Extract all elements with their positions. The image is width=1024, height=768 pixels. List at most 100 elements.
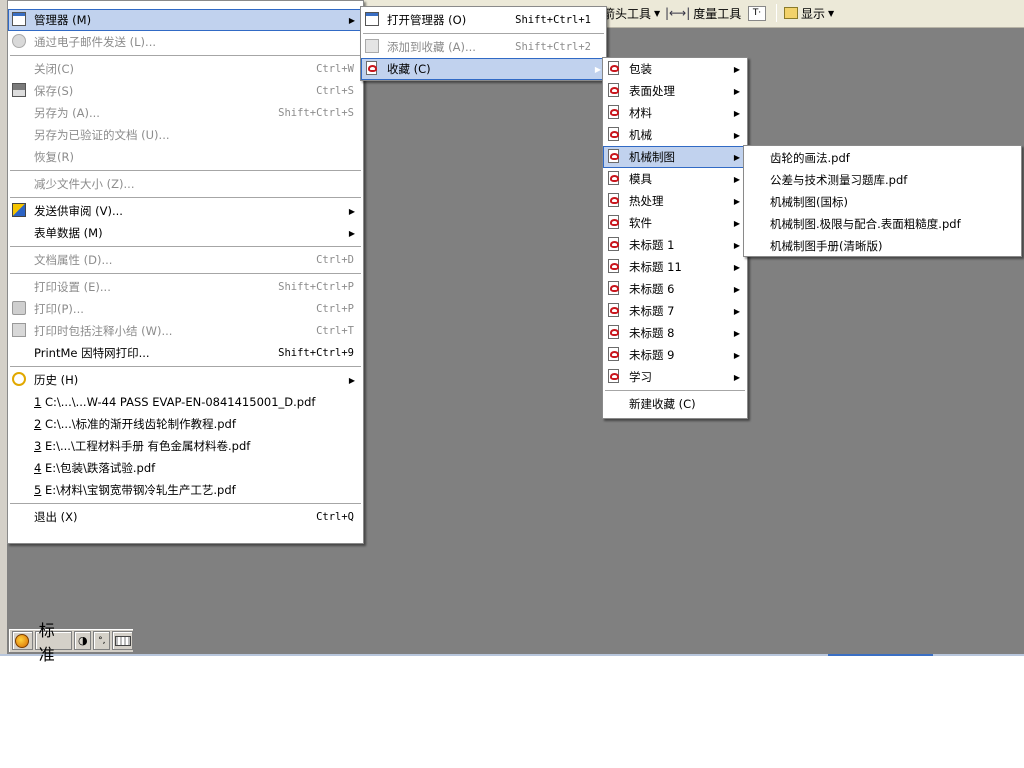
favorites-menu-item-12[interactable]: 未标题 7 ▶ [603, 300, 747, 322]
submenu-arrow-icon: ▶ [733, 306, 740, 316]
ime-logo-icon [15, 633, 30, 648]
menu-item-label: 未标题 8 [629, 326, 675, 340]
menu-item-label: 历史 (H) [34, 373, 79, 387]
file-menu-item-18[interactable]: 2 C:\...\标准的渐开线齿轮制作教程.pdf [8, 413, 363, 435]
mech-drawing-item-3[interactable]: 机械制图(国标) [744, 191, 1021, 213]
favorites-menu-item-6[interactable]: 模具 ▶ [603, 168, 747, 190]
manager-menu-item-1[interactable]: 打开管理器 (O) Shift+Ctrl+1 [361, 9, 606, 31]
mech-drawing-item-4[interactable]: 机械制图.极限与配合.表面粗糙度.pdf [744, 213, 1021, 235]
manager-menu-item-2[interactable]: 添加到收藏 (A)... Shift+Ctrl+2 [361, 36, 606, 58]
send-review-icon [12, 203, 26, 217]
file-menu-item-2[interactable]: 通过电子邮件发送 (L)... [8, 31, 363, 53]
shortcut-label: Shift+Ctrl+9 [278, 347, 354, 359]
menu-separator [10, 366, 361, 367]
submenu-arrow-icon: ▶ [348, 206, 355, 216]
favorites-menu-item-13[interactable]: 未标题 8 ▶ [603, 322, 747, 344]
pdf-icon [607, 127, 625, 143]
file-menu-item-5[interactable]: 另存为 (A)... Shift+Ctrl+S [8, 102, 363, 124]
punctuation-toggle[interactable]: °, [93, 631, 111, 650]
manager-submenu: 打开管理器 (O) Shift+Ctrl+1 添加到收藏 (A)... Shift+C… [360, 6, 607, 81]
favorites-menu-item-5[interactable]: 机械制图 ▶ [603, 146, 747, 168]
favorites-menu-item-1[interactable]: 包装 ▶ [603, 58, 747, 80]
menu-separator [10, 503, 361, 504]
favorites-menu-item-9[interactable]: 未标题 1 ▶ [603, 234, 747, 256]
email-icon [12, 34, 26, 48]
menu-item-label: 未标题 11 [629, 260, 682, 274]
chevron-down-icon: ▼ [654, 8, 661, 18]
file-menu-item-22[interactable]: 退出 (X) Ctrl+Q [8, 506, 363, 528]
favorites-menu-item-15[interactable]: 学习 ▶ [603, 366, 747, 388]
menu-separator [605, 390, 745, 391]
submenu-arrow-icon: ▶ [733, 174, 740, 184]
menu-separator [10, 197, 361, 198]
shortcut-label: Ctrl+T [316, 325, 354, 337]
pdf-icon [607, 259, 625, 275]
text-select-button[interactable]: T· [748, 4, 766, 22]
menu-item-label: 热处理 [629, 194, 664, 208]
favorites-menu-item-11[interactable]: 未标题 6 ▶ [603, 278, 747, 300]
favorites-menu-item-10[interactable]: 未标题 11 ▶ [603, 256, 747, 278]
manager-icon [12, 12, 26, 26]
pdf-icon [607, 303, 625, 319]
recent-file-path: E:\...\工程材料手册 有色金属材料卷.pdf [41, 439, 251, 453]
file-menu-item-6[interactable]: 另存为已验证的文档 (U)... [8, 124, 363, 146]
soft-keyboard-button[interactable] [112, 631, 133, 650]
submenu-arrow-icon: ▶ [733, 86, 740, 96]
file-menu-item-13[interactable]: 打印(P)... Ctrl+P [8, 298, 363, 320]
mech-drawing-item-5[interactable]: 机械制图手册(清晰版) [744, 235, 1021, 257]
file-menu-item-14[interactable]: 打印时包括注释小结 (W)... Ctrl+T [8, 320, 363, 342]
file-menu-item-21[interactable]: 5 E:\材料\宝钢宽带钢冷轧生产工艺.pdf [8, 479, 363, 501]
mech-drawing-item-1[interactable]: 齿轮的画法.pdf [744, 147, 1021, 169]
measure-tool-button[interactable]: |⟷| 度量工具 [665, 4, 741, 22]
submenu-arrow-icon: ▶ [733, 328, 740, 338]
menu-item-label: 未标题 9 [629, 348, 675, 362]
file-menu-item-8[interactable]: 减少文件大小 (Z)... [8, 173, 363, 195]
menu-item-label: 退出 (X) [34, 510, 78, 524]
menu-item-label: 包装 [629, 62, 652, 76]
file-menu-item-11[interactable]: 文档属性 (D)... Ctrl+D [8, 249, 363, 271]
menu-item-label: 学习 [629, 370, 652, 384]
menu-item-label: 打印时包括注释小结 (W)... [34, 324, 173, 338]
pdf-icon [607, 325, 625, 341]
favorites-menu-item-7[interactable]: 热处理 ▶ [603, 190, 747, 212]
favorites-menu-item-8[interactable]: 软件 ▶ [603, 212, 747, 234]
pdf-icon [607, 281, 625, 297]
pdf-icon [607, 215, 625, 231]
display-label: 显示 [801, 6, 826, 21]
file-menu-item-4[interactable]: 保存(S) Ctrl+S [8, 80, 363, 102]
submenu-arrow-icon: ▶ [594, 64, 601, 74]
submenu-arrow-icon: ▶ [733, 240, 740, 250]
arrow-tool-button[interactable]: 箭头工具 ▼ [603, 4, 660, 22]
menu-item-label: 文档属性 (D)... [34, 253, 113, 267]
shortcut-label: Ctrl+S [316, 85, 354, 97]
ime-mode-label: 标准 [38, 620, 55, 664]
submenu-arrow-icon: ▶ [733, 196, 740, 206]
display-button[interactable]: 显示 ▼ [784, 4, 834, 22]
file-menu-item-12[interactable]: 打印设置 (E)... Shift+Ctrl+P [8, 276, 363, 298]
file-menu-item-15[interactable]: PrintMe 因特网打印... Shift+Ctrl+9 [8, 342, 363, 364]
file-menu-item-3[interactable]: 关闭(C) Ctrl+W [8, 58, 363, 80]
half-width-toggle[interactable]: ◑ [74, 631, 92, 650]
file-menu-item-7[interactable]: 恢复(R) [8, 146, 363, 168]
favorites-menu-item-2[interactable]: 表面处理 ▶ [603, 80, 747, 102]
shortcut-label: Shift+Ctrl+S [278, 107, 354, 119]
file-menu-item-9[interactable]: 发送供审阅 (V)... ▶ [8, 200, 363, 222]
file-menu-item-1[interactable]: 管理器 (M) ▶ [8, 9, 363, 31]
ime-mode-button[interactable]: 标准 [34, 621, 73, 664]
favorites-menu-item-14[interactable]: 未标题 9 ▶ [603, 344, 747, 366]
file-menu-item-10[interactable]: 表单数据 (M) ▶ [8, 222, 363, 244]
ime-logo-button[interactable] [12, 631, 33, 650]
file-menu-item-17[interactable]: 1 C:\...\...W-44 PASS EVAP-EN-0841415001… [8, 391, 363, 413]
pdf-icon [607, 237, 625, 253]
file-menu-item-19[interactable]: 3 E:\...\工程材料手册 有色金属材料卷.pdf [8, 435, 363, 457]
recent-file-label: 4 E:\包装\跌落试验.pdf [34, 460, 155, 476]
file-menu-item-20[interactable]: 4 E:\包装\跌落试验.pdf [8, 457, 363, 479]
menu-item-label: 保存(S) [34, 84, 74, 98]
new-favorite-item[interactable]: 新建收藏 (C) [603, 393, 747, 415]
mech-drawing-item-2[interactable]: 公差与技术测量习题库.pdf [744, 169, 1021, 191]
favorites-menu-item-4[interactable]: 机械 ▶ [603, 124, 747, 146]
favorites-menu-item-3[interactable]: 材料 ▶ [603, 102, 747, 124]
file-menu-item-16[interactable]: 历史 (H) ▶ [8, 369, 363, 391]
pdf-icon [365, 61, 383, 77]
manager-menu-item-3[interactable]: 收藏 (C) ▶ [361, 58, 606, 80]
